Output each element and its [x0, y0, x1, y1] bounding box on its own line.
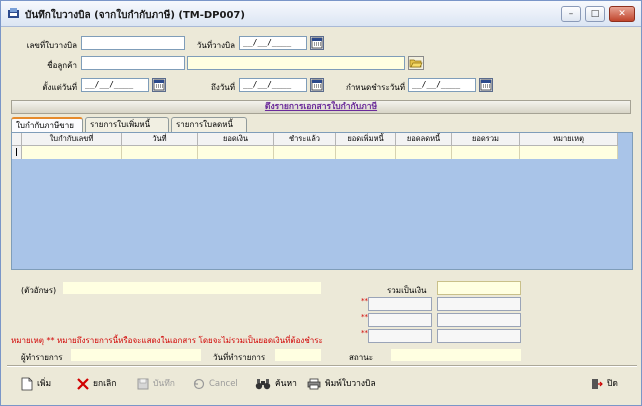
close-label: ปิด [607, 379, 618, 389]
tab-credit-notes[interactable]: รายการใบลดหนี้ [171, 117, 247, 132]
from-date-calendar-button[interactable] [152, 78, 166, 92]
col-invoice-no[interactable]: ใบกำกับเลขที่ [22, 133, 122, 146]
folder-open-icon [409, 59, 423, 68]
due-date-calendar-button[interactable] [479, 78, 493, 92]
cancel-label: ยกเลิก [93, 379, 117, 389]
save-label: บันทึก [153, 379, 175, 389]
calendar-icon [480, 79, 492, 91]
cell-debit[interactable] [336, 146, 396, 159]
cell-total[interactable] [452, 146, 520, 159]
window-title: บันทึกใบวางบิล (จากใบกำกับภาษี) (TM-DP00… [25, 10, 245, 21]
to-date-calendar-button[interactable] [310, 78, 324, 92]
text-amount-field [63, 282, 321, 294]
col-credit[interactable]: ยอดลดหนี้ [396, 133, 452, 146]
bill-no-label: เลขที่ใบวางบิล [26, 41, 77, 50]
red-x-icon [77, 378, 89, 390]
from-date-input[interactable]: __/__/____ [81, 78, 149, 92]
undo-icon [193, 378, 205, 390]
cancel-button[interactable]: ยกเลิก [77, 374, 116, 394]
close-window-button[interactable]: ✕ [609, 6, 635, 22]
customer-lookup-button[interactable] [408, 56, 424, 70]
col-amount[interactable]: ยอดเงิน [198, 133, 274, 146]
close-button[interactable]: ปิด [591, 374, 618, 394]
summary-field-1a[interactable] [368, 297, 432, 311]
total-label: รวมเป็นเงิน [387, 286, 427, 295]
calendar-icon [311, 79, 323, 91]
operator-field [71, 349, 201, 361]
col-debit[interactable]: ยอดเพิ่มหนี้ [336, 133, 396, 146]
search-label: ค้นหา [275, 379, 297, 389]
new-document-icon [21, 377, 33, 391]
summary-field-3b[interactable] [437, 329, 521, 343]
fetch-invoices-button[interactable]: ดึงรายการเอกสารใบกำกับภาษี [11, 100, 631, 114]
marker-2: ** [361, 313, 368, 321]
due-date-input[interactable]: __/__/____ [408, 78, 476, 92]
cell-remark[interactable] [520, 146, 618, 159]
status-label: สถานะ [349, 353, 373, 362]
cell-paid[interactable] [274, 146, 336, 159]
add-button[interactable]: เพิ่ม [21, 374, 51, 394]
remark-note: หมายเหตุ ** หมายถึงรายการนี้หรือจะแสดงใน… [11, 336, 323, 345]
bill-date-input[interactable]: __/__/____ [239, 36, 307, 50]
bill-date-calendar-button[interactable] [310, 36, 324, 50]
col-date[interactable]: วันที่ [122, 133, 198, 146]
summary-field-2a[interactable] [368, 313, 432, 327]
maximize-button[interactable]: □ [585, 6, 605, 22]
bill-no-input[interactable] [81, 36, 185, 50]
operator-label: ผู้ทำรายการ [21, 353, 63, 362]
customer-label: ชื่อลูกค้า [47, 61, 77, 70]
operation-date-label: วันที่ทำรายการ [213, 353, 266, 362]
binoculars-icon [255, 379, 271, 390]
exit-door-icon [592, 379, 603, 389]
undo-label: Cancel [209, 379, 238, 389]
grid-header: ใบกำกับเลขที่ วันที่ ยอดเงิน ชำระแล้ว ยอ… [12, 133, 618, 146]
summary-field-1b[interactable] [437, 297, 521, 311]
summary-field-2b[interactable] [437, 313, 521, 327]
cell-amount[interactable] [198, 146, 274, 159]
save-disk-icon [137, 378, 149, 390]
cell-credit[interactable] [396, 146, 452, 159]
print-bill-label: พิมพ์ใบวางบิล [325, 379, 376, 389]
calendar-icon [311, 37, 323, 49]
tab-sales-invoice[interactable]: ใบกำกับภาษีขาย [11, 117, 83, 133]
cell-date[interactable] [122, 146, 198, 159]
print-bill-button[interactable]: พิมพ์ใบวางบิล [307, 374, 376, 394]
col-total[interactable]: ยอดรวม [452, 133, 520, 146]
customer-name-input[interactable] [187, 56, 405, 70]
col-paid[interactable]: ชำระแล้ว [274, 133, 336, 146]
add-label: เพิ่ม [37, 379, 52, 389]
from-date-label: ตั้งแต่วันที่ [42, 83, 77, 92]
bill-date-label: วันที่วางบิล [196, 41, 235, 50]
invoice-grid[interactable]: ใบกำกับเลขที่ วันที่ ยอดเงิน ชำระแล้ว ยอ… [11, 132, 633, 270]
app-icon [8, 8, 19, 18]
search-button[interactable]: ค้นหา [255, 374, 297, 394]
marker-1: ** [361, 297, 368, 305]
col-remark[interactable]: หมายเหตุ [520, 133, 618, 146]
to-date-input[interactable]: __/__/____ [239, 78, 307, 92]
status-field [391, 349, 521, 361]
table-row[interactable] [12, 146, 618, 159]
calendar-icon [153, 79, 165, 91]
printer-icon [307, 378, 321, 390]
due-date-label: กำหนดชำระวันที่ [345, 83, 405, 92]
customer-code-input[interactable] [81, 56, 185, 70]
undo-button[interactable]: Cancel [193, 374, 238, 394]
total-amount-field[interactable] [437, 281, 521, 295]
toolbar-divider [7, 365, 637, 367]
minimize-button[interactable]: – [561, 6, 581, 22]
grid-header-indicator [12, 133, 22, 146]
to-date-label: ถึงวันที่ [211, 83, 235, 92]
cell-invoice-no[interactable] [22, 146, 122, 159]
main-window: บันทึกใบวางบิล (จากใบกำกับภาษี) (TM-DP00… [0, 0, 642, 406]
marker-3: ** [361, 329, 368, 337]
operation-date-field [275, 349, 321, 361]
save-button[interactable]: บันทึก [137, 374, 175, 394]
text-amount-label: (ตัวอักษร) [21, 286, 57, 295]
row-indicator [12, 146, 22, 159]
tab-debit-notes[interactable]: รายการใบเพิ่มหนี้ [85, 117, 169, 132]
summary-field-3a[interactable] [368, 329, 432, 343]
title-bar[interactable]: บันทึกใบวางบิล (จากใบกำกับภาษี) (TM-DP00… [1, 1, 641, 27]
